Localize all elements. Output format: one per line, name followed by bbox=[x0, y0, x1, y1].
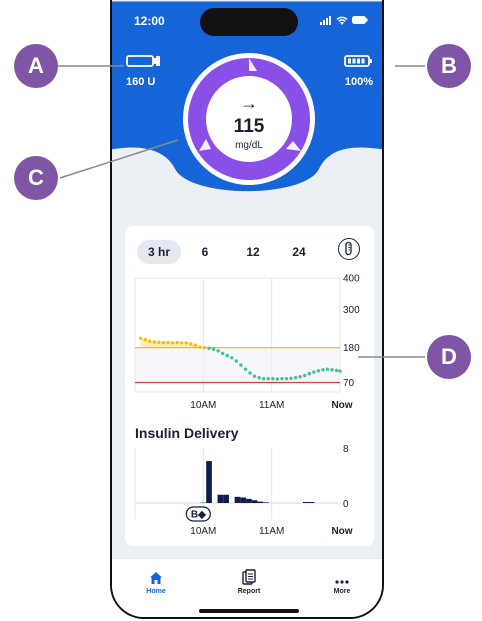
callout-a: A bbox=[14, 44, 58, 88]
callout-d: D bbox=[427, 335, 471, 379]
callout-b: B bbox=[427, 44, 471, 88]
callout-c: C bbox=[14, 156, 58, 200]
callout-leaders bbox=[58, 65, 425, 358]
